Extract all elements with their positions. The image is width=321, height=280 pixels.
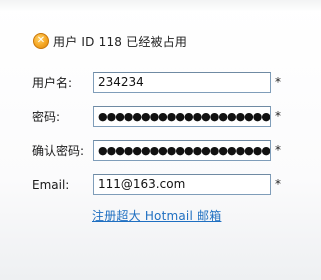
username-required-mark: * xyxy=(275,75,281,89)
password-required-mark: * xyxy=(275,109,281,123)
error-message: ✕ 用户 ID 118 已经被占用 xyxy=(33,31,187,51)
confirm-password-label: 确认密码: xyxy=(32,144,85,158)
email-required-mark: * xyxy=(275,177,281,191)
email-label: Email: xyxy=(32,178,70,192)
password-field[interactable]: ●●●●●●●●●●●●●●●●●●●● xyxy=(93,106,271,127)
email-field[interactable]: 111@163.com xyxy=(93,174,271,195)
error-text: 用户 ID 118 已经被占用 xyxy=(53,34,188,49)
registration-panel: ✕ 用户 ID 118 已经被占用 用户名: 234234 * 密码: ●●●●… xyxy=(0,0,321,280)
close-icon: ✕ xyxy=(33,33,49,49)
confirm-password-field[interactable]: ●●●●●●●●●●●●●●●●●●●● xyxy=(93,140,271,161)
confirm-password-required-mark: * xyxy=(275,143,281,157)
username-label: 用户名: xyxy=(32,76,73,90)
top-edge xyxy=(0,0,321,12)
password-label: 密码: xyxy=(32,110,61,124)
username-field[interactable]: 234234 xyxy=(93,72,271,93)
register-hotmail-link[interactable]: 注册超大 Hotmail 邮箱 xyxy=(92,207,221,225)
